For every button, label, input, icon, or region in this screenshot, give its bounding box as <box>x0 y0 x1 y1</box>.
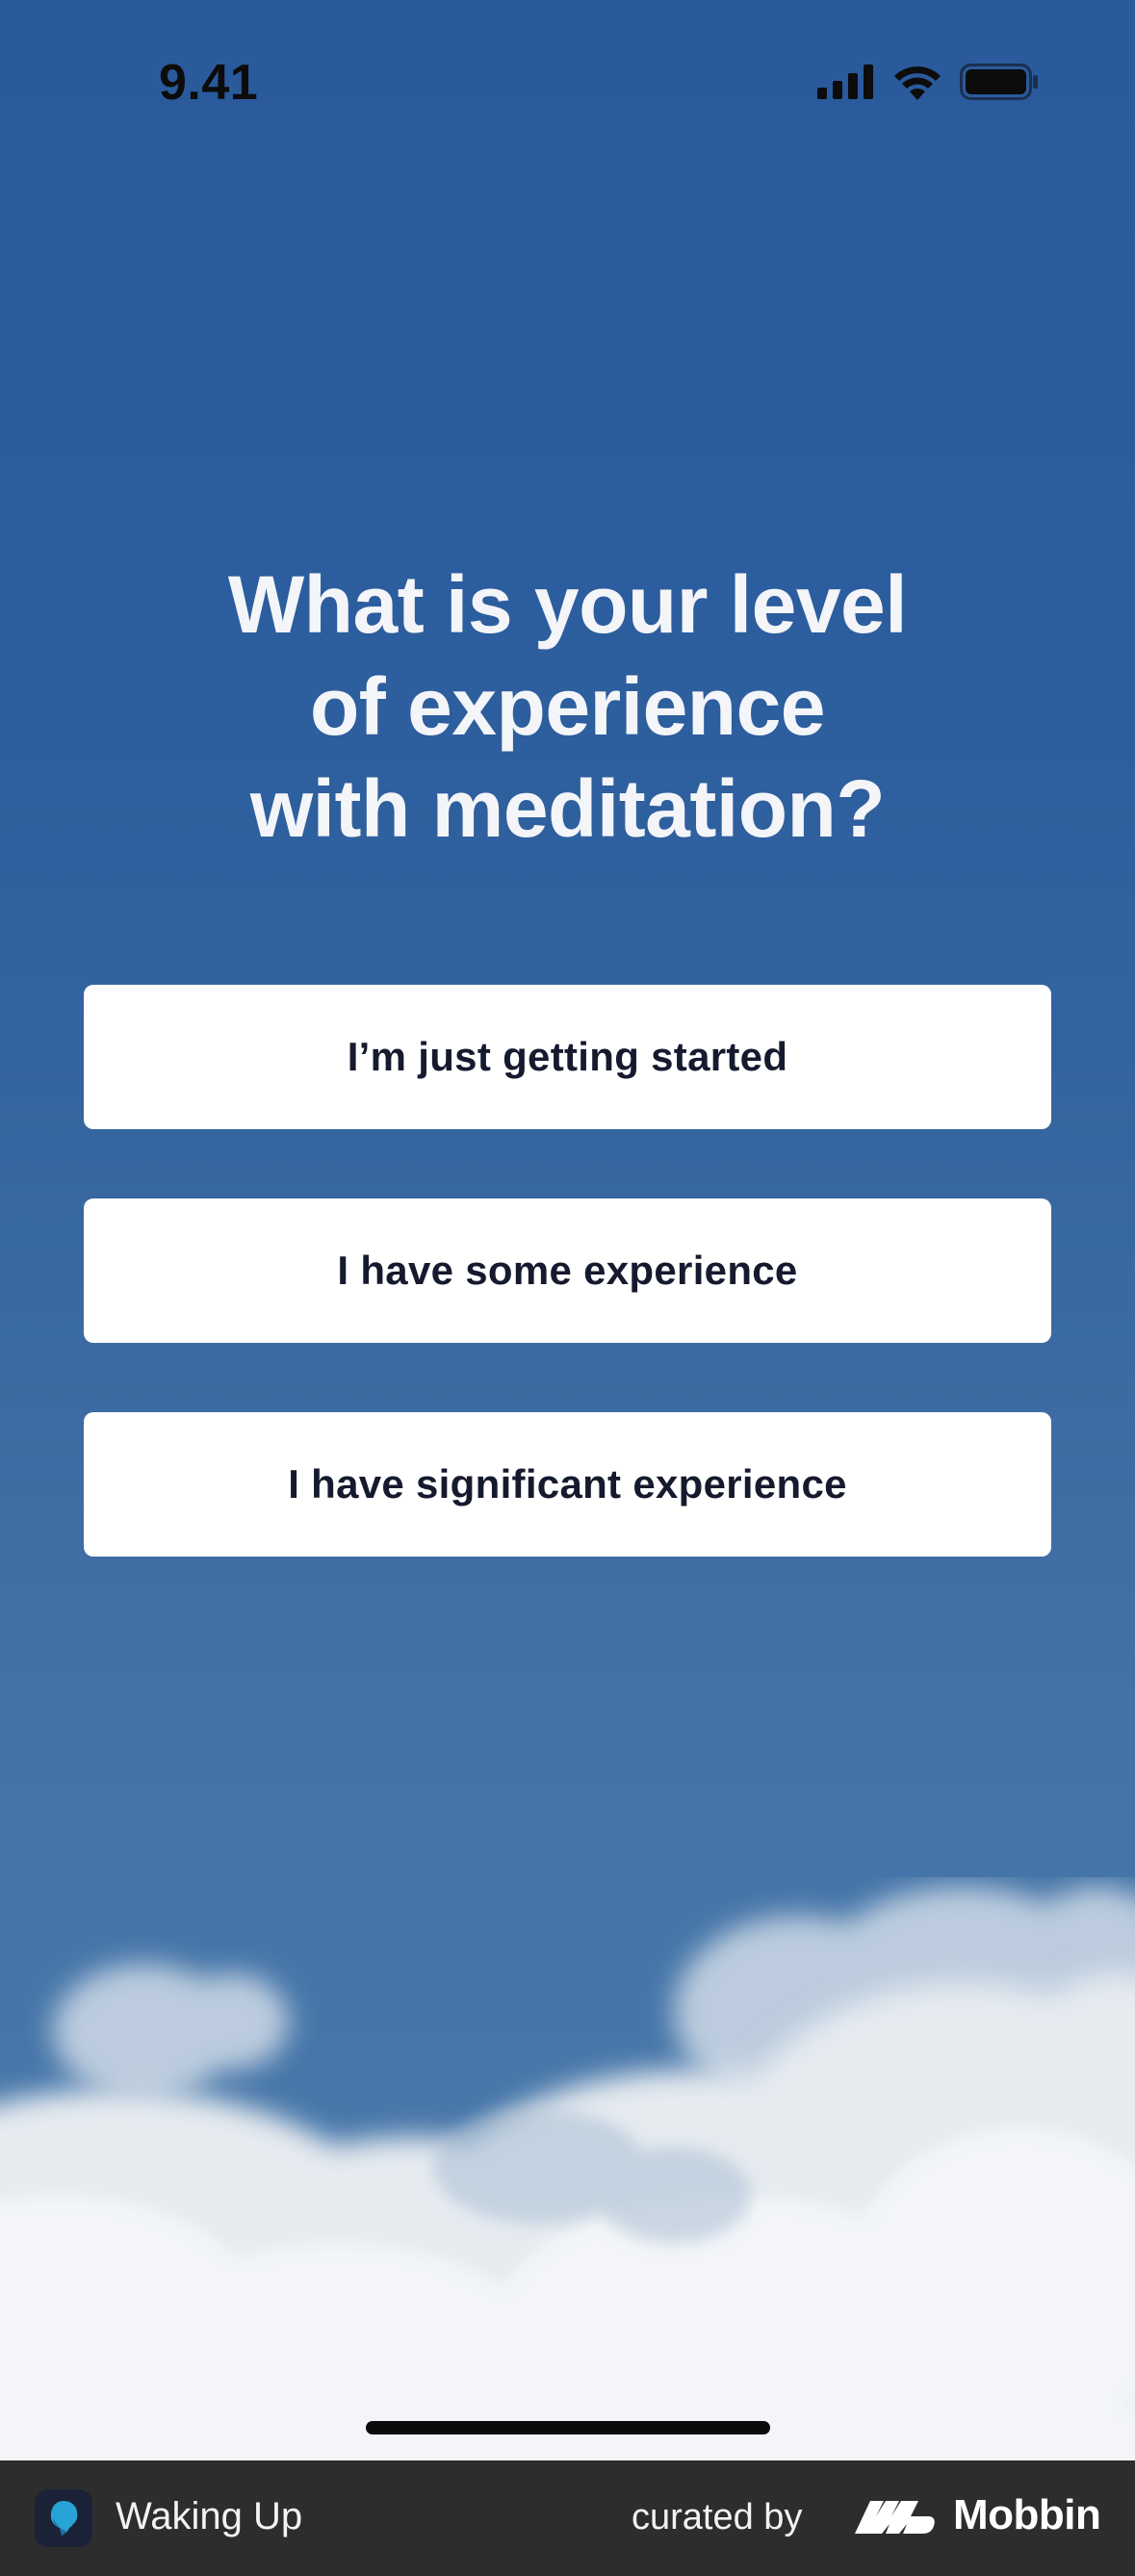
home-indicator[interactable] <box>366 2421 770 2434</box>
curated-by-label: curated by <box>632 2497 803 2537</box>
question-title: What is your level of experience with me… <box>0 554 1135 860</box>
status-bar: 9.41 <box>0 0 1135 173</box>
question-line-1: What is your level <box>227 559 908 650</box>
option-label: I’m just getting started <box>347 1034 788 1079</box>
attribution-bar: Waking Up curated by Mobbin <box>0 2460 1135 2576</box>
clouds-illustration <box>0 1887 1135 2460</box>
onboarding-screen: 9.41 What is your level of experience wi… <box>0 0 1135 2460</box>
option-some-experience-button[interactable]: I have some experience <box>84 1198 1051 1343</box>
question-line-3: with meditation? <box>249 763 886 854</box>
status-time: 9.41 <box>159 55 259 111</box>
cellular-signal-icon <box>817 64 873 99</box>
option-label: I have significant experience <box>288 1461 847 1507</box>
mobbin-brand: Mobbin <box>953 2491 1101 2538</box>
mobbin-logo-icon <box>855 2501 935 2534</box>
option-significant-experience-button[interactable]: I have significant experience <box>84 1412 1051 1557</box>
question-line-2: of experience <box>309 661 826 752</box>
status-icons <box>817 64 1039 100</box>
app-name: Waking Up <box>116 2495 303 2537</box>
wifi-icon <box>894 66 941 100</box>
option-just-getting-started-button[interactable]: I’m just getting started <box>84 985 1051 1129</box>
battery-icon <box>960 64 1038 100</box>
option-label: I have some experience <box>337 1248 798 1293</box>
waking-up-app-icon <box>35 2489 92 2547</box>
